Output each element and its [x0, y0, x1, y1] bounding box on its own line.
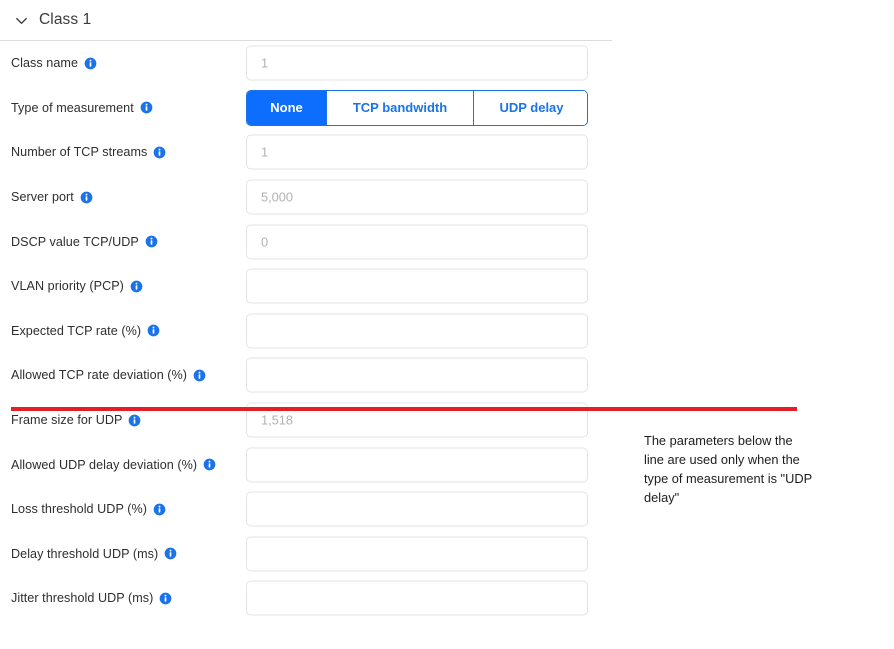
field-label: Number of TCP streams: [11, 130, 166, 175]
field-control: [246, 45, 588, 81]
field-control: None TCP bandwidth UDP delay: [246, 89, 588, 126]
field-label: Frame size for UDP: [11, 398, 141, 443]
delay-threshold-udp-input[interactable]: [246, 536, 588, 572]
segment-option-none[interactable]: None: [247, 90, 327, 125]
info-icon[interactable]: [159, 592, 172, 605]
allowed-tcp-rate-deviation-input[interactable]: [246, 357, 588, 393]
info-icon[interactable]: [193, 369, 206, 382]
form-row: Delay threshold UDP (ms): [0, 532, 894, 577]
field-label-text: Jitter threshold UDP (ms): [11, 591, 154, 606]
page-title: Class 1: [39, 11, 92, 28]
form-row: Number of TCP streams: [0, 130, 894, 175]
class-settings-form: Class name Type of measurement NoneTCP ban…: [0, 41, 894, 621]
field-label: Delay threshold UDP (ms): [11, 532, 177, 577]
field-control: [246, 313, 588, 349]
field-label-text: Class name: [11, 56, 78, 71]
field-control: [246, 134, 588, 170]
field-label: Expected TCP rate (%): [11, 309, 160, 354]
segment-option-udp-delay[interactable]: UDP delay: [474, 90, 587, 125]
info-icon[interactable]: [164, 547, 177, 560]
field-control: [246, 580, 588, 616]
field-label-text: Loss threshold UDP (%): [11, 502, 147, 517]
section-header-class-1[interactable]: Class 1: [0, 0, 612, 41]
allowed-udp-delay-deviation-input[interactable]: [246, 447, 588, 483]
field-label-text: Allowed UDP delay deviation (%): [11, 457, 198, 472]
type-of-measurement-segmented[interactable]: None TCP bandwidth UDP delay: [246, 89, 588, 126]
field-label-text: Allowed TCP rate deviation (%): [11, 368, 188, 383]
field-control: [246, 357, 588, 393]
field-label-text: Number of TCP streams: [11, 145, 148, 160]
field-label-text: Expected TCP rate (%): [11, 323, 142, 338]
info-icon[interactable]: [140, 101, 153, 114]
field-label: DSCP value TCP/UDP: [11, 219, 158, 264]
field-label: Loss threshold UDP (%): [11, 487, 166, 532]
info-icon[interactable]: [153, 503, 166, 516]
field-label: Class name: [11, 41, 97, 86]
form-row: Server port: [0, 175, 894, 220]
info-icon[interactable]: [84, 57, 97, 70]
info-icon[interactable]: [203, 458, 216, 471]
form-row: DSCP value TCP/UDP: [0, 219, 894, 264]
field-label: Allowed UDP delay deviation (%): [11, 442, 216, 487]
field-label: Jitter threshold UDP (ms): [11, 576, 172, 621]
jitter-threshold-udp-input[interactable]: [246, 580, 588, 616]
field-control: [246, 447, 588, 483]
field-control: [246, 491, 588, 527]
field-control: [246, 179, 588, 215]
form-row: Class name: [0, 41, 894, 86]
info-icon[interactable]: [128, 414, 141, 427]
field-control: [246, 268, 588, 304]
form-row: Expected TCP rate (%): [0, 309, 894, 354]
number-of-tcp-streams-input[interactable]: [246, 134, 588, 170]
vlan-priority-input[interactable]: [246, 268, 588, 304]
field-control: [246, 224, 588, 260]
form-row: Allowed TCP rate deviation (%): [0, 353, 894, 398]
field-label-text: DSCP value TCP/UDP: [11, 234, 139, 249]
field-control: [246, 536, 588, 572]
field-label-text: VLAN priority (PCP): [11, 279, 124, 294]
udp-section-annotation: The parameters below the line are used o…: [644, 433, 812, 505]
chevron-down-icon[interactable]: [12, 11, 30, 29]
form-row: VLAN priority (PCP): [0, 264, 894, 309]
info-icon[interactable]: [153, 146, 166, 159]
class-name-input[interactable]: [246, 45, 588, 81]
info-icon[interactable]: [130, 280, 143, 293]
expected-tcp-rate-input[interactable]: [246, 313, 588, 349]
field-label-text: Server port: [11, 190, 74, 205]
field-label-text: Delay threshold UDP (ms): [11, 546, 159, 561]
field-label-text: Type of measurement: [11, 100, 134, 115]
dscp-value-input[interactable]: [246, 224, 588, 260]
server-port-input[interactable]: [246, 179, 588, 215]
field-label: Type of measurement: [11, 86, 153, 131]
form-row: Jitter threshold UDP (ms): [0, 576, 894, 621]
udp-section-red-divider: [11, 407, 797, 411]
field-label-text: Frame size for UDP: [11, 413, 123, 428]
field-label: Server port: [11, 175, 93, 220]
field-label: Allowed TCP rate deviation (%): [11, 353, 206, 398]
info-icon[interactable]: [145, 235, 158, 248]
info-icon[interactable]: [80, 191, 93, 204]
field-label: VLAN priority (PCP): [11, 264, 143, 309]
info-icon[interactable]: [147, 324, 160, 337]
loss-threshold-udp-input[interactable]: [246, 491, 588, 527]
segment-option-tcp-bandwidth[interactable]: TCP bandwidth: [327, 90, 474, 125]
form-row: Type of measurement None TCP bandwidth UDP …: [0, 86, 894, 131]
